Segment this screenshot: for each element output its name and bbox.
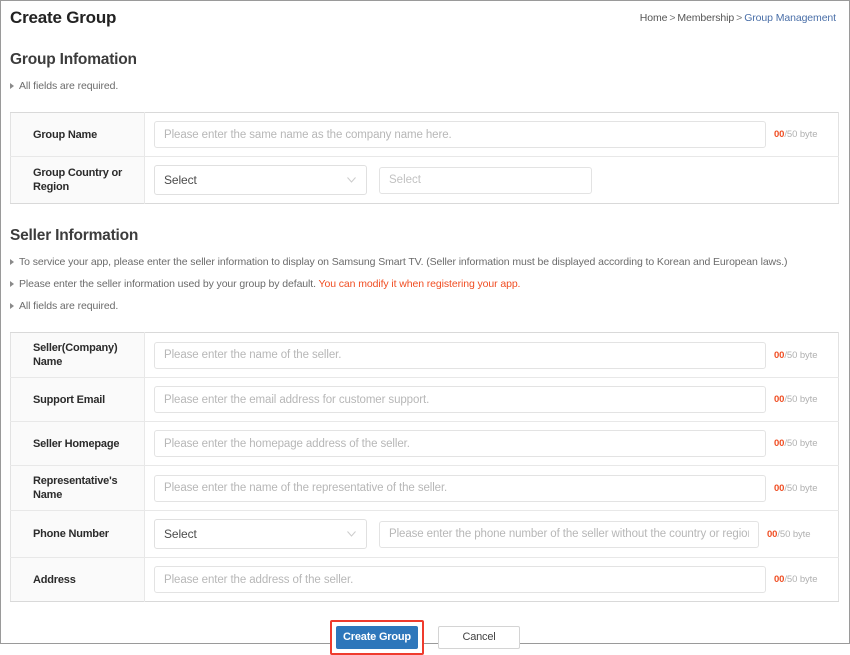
field-label-support-email: Support Email: [11, 378, 145, 422]
seller-information-table: Seller(Company) Name 00/50 byte Support …: [10, 332, 839, 602]
field-label-group-name: Group Name: [11, 113, 145, 157]
note-seller-default: Please enter the seller information used…: [10, 277, 840, 292]
table-row-address: Address 00/50 byte: [11, 558, 839, 602]
field-label-seller-homepage: Seller Homepage: [11, 422, 145, 466]
breadcrumb-separator: >: [669, 12, 675, 24]
byte-count-current: 00: [774, 483, 784, 494]
field-cell-group-name: 00/50 byte: [145, 113, 839, 157]
support-email-input[interactable]: [154, 386, 766, 413]
phone-country-code-select[interactable]: Select: [154, 519, 367, 549]
chevron-down-icon: [347, 531, 356, 537]
triangle-bullet-icon: [10, 259, 14, 265]
chevron-down-icon: [347, 177, 356, 183]
byte-count-current: 00: [774, 350, 784, 361]
field-cell-seller-company-name: 00/50 byte: [145, 333, 839, 378]
representatives-name-input[interactable]: [154, 475, 766, 502]
note-all-fields-required-seller: All fields are required.: [10, 299, 840, 314]
field-cell-address: 00/50 byte: [145, 558, 839, 602]
field-cell-phone-number: Select 00/50 byte: [145, 511, 839, 558]
byte-counter-support-email: 00/50 byte: [774, 394, 817, 405]
byte-count-max: /50 byte: [784, 350, 817, 361]
form-action-bar: Create Group Cancel: [10, 620, 840, 655]
breadcrumb-separator: >: [736, 12, 742, 24]
triangle-bullet-icon: [10, 281, 14, 287]
create-group-page: Create Group Home>Membership>Group Manag…: [0, 0, 850, 644]
byte-count-max: /50 byte: [784, 438, 817, 449]
seller-information-heading: Seller Information: [10, 226, 840, 246]
breadcrumb: Home>Membership>Group Management: [640, 12, 836, 24]
breadcrumb-home[interactable]: Home: [640, 12, 668, 24]
table-row-seller-company-name: Seller(Company) Name 00/50 byte: [11, 333, 839, 378]
create-group-button-highlight: Create Group: [330, 620, 424, 655]
byte-count-max: /50 byte: [784, 574, 817, 585]
group-country-select[interactable]: Select: [154, 165, 367, 195]
group-information-notes: All fields are required.: [10, 79, 840, 94]
field-cell-seller-homepage: 00/50 byte: [145, 422, 839, 466]
triangle-bullet-icon: [10, 83, 14, 89]
group-country-select-value: Select: [164, 173, 197, 187]
table-row-representatives-name: Representative's Name 00/50 byte: [11, 466, 839, 511]
page-header: Create Group Home>Membership>Group Manag…: [10, 1, 840, 35]
byte-count-current: 00: [774, 129, 784, 140]
table-row-phone-number: Phone Number Select 00/50 byte: [11, 511, 839, 558]
byte-counter-address: 00/50 byte: [774, 574, 817, 585]
note-text: To service your app, please enter the se…: [19, 256, 787, 268]
field-label-group-country-or-region: Group Country or Region: [11, 157, 145, 204]
phone-country-code-value: Select: [164, 527, 197, 541]
byte-counter-phone-number: 00/50 byte: [767, 529, 810, 540]
create-group-button[interactable]: Create Group: [336, 626, 418, 649]
triangle-bullet-icon: [10, 303, 14, 309]
note-text: Please enter the seller information used…: [19, 278, 319, 290]
byte-count-current: 00: [774, 574, 784, 585]
note-text: All fields are required.: [19, 300, 118, 312]
byte-counter-representatives-name: 00/50 byte: [774, 483, 817, 494]
table-row-seller-homepage: Seller Homepage 00/50 byte: [11, 422, 839, 466]
byte-count-current: 00: [774, 394, 784, 405]
byte-count-max: /50 byte: [784, 129, 817, 140]
note-text: All fields are required.: [19, 80, 118, 92]
note-highlight-text: You can modify it when registering your …: [319, 278, 521, 290]
byte-count-max: /50 byte: [777, 529, 810, 540]
group-country-text-input[interactable]: [379, 167, 592, 194]
field-cell-support-email: 00/50 byte: [145, 378, 839, 422]
field-cell-representatives-name: 00/50 byte: [145, 466, 839, 511]
group-information-heading: Group Infomation: [10, 50, 840, 70]
field-label-representatives-name: Representative's Name: [11, 466, 145, 511]
field-cell-group-country-or-region: Select: [145, 157, 839, 204]
table-row-support-email: Support Email 00/50 byte: [11, 378, 839, 422]
field-label-address: Address: [11, 558, 145, 602]
phone-number-input[interactable]: [379, 521, 759, 548]
cancel-button[interactable]: Cancel: [438, 626, 520, 649]
byte-count-current: 00: [767, 529, 777, 540]
seller-homepage-input[interactable]: [154, 430, 766, 457]
table-row-group-name: Group Name 00/50 byte: [11, 113, 839, 157]
seller-company-name-input[interactable]: [154, 342, 766, 369]
breadcrumb-membership[interactable]: Membership: [677, 12, 734, 24]
breadcrumb-current[interactable]: Group Management: [744, 12, 836, 24]
byte-counter-seller-company-name: 00/50 byte: [774, 350, 817, 361]
table-row-group-country: Group Country or Region Select: [11, 157, 839, 204]
address-input[interactable]: [154, 566, 766, 593]
byte-counter-seller-homepage: 00/50 byte: [774, 438, 817, 449]
group-information-table: Group Name 00/50 byte Group Country or R…: [10, 112, 839, 204]
byte-counter-group-name: 00/50 byte: [774, 129, 817, 140]
byte-count-current: 00: [774, 438, 784, 449]
seller-information-notes: To service your app, please enter the se…: [10, 255, 840, 314]
group-name-input[interactable]: [154, 121, 766, 148]
note-all-fields-required-group: All fields are required.: [10, 79, 840, 94]
byte-count-max: /50 byte: [784, 394, 817, 405]
note-service-your-app: To service your app, please enter the se…: [10, 255, 840, 270]
field-label-seller-company-name: Seller(Company) Name: [11, 333, 145, 378]
byte-count-max: /50 byte: [784, 483, 817, 494]
field-label-phone-number: Phone Number: [11, 511, 145, 558]
